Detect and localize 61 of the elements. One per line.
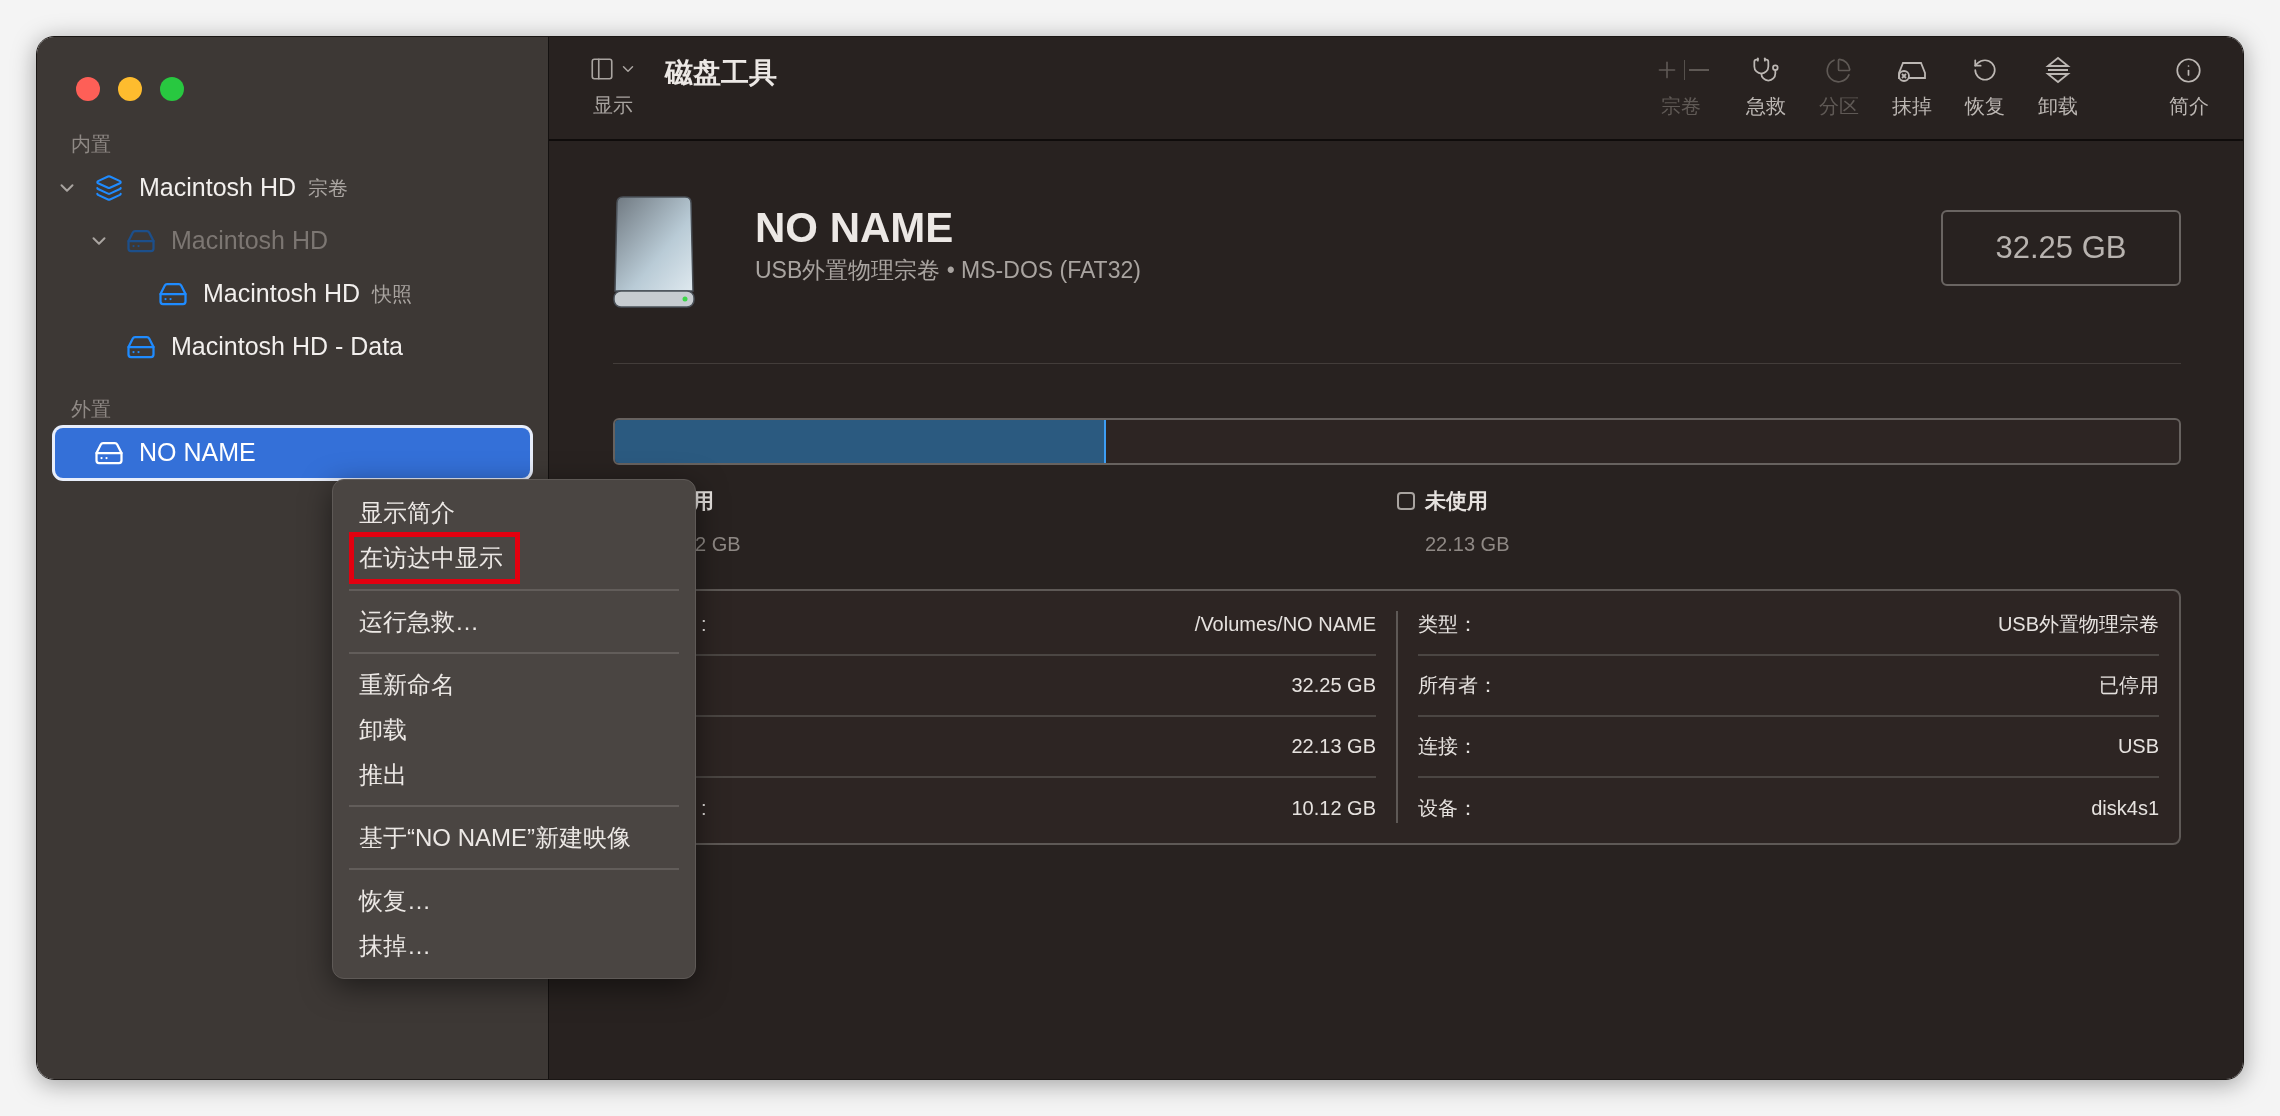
stethoscope-icon (1751, 56, 1780, 84)
volume-name: NO NAME (139, 437, 256, 469)
detail-label: 连接： (1418, 734, 1478, 759)
menu-item[interactable]: 恢复… (349, 878, 679, 923)
sidebar-item[interactable]: NO NAME (55, 428, 530, 478)
sidebar-icon (589, 56, 615, 82)
view-button[interactable]: 显示 (577, 56, 649, 120)
section-heading: 内置 (70, 132, 112, 157)
toolbar-button[interactable]: 恢复 (1948, 55, 2021, 121)
zoom-button[interactable] (160, 77, 184, 101)
menu-item[interactable]: 运行急救… (349, 599, 679, 644)
capacity-box: 32.25 GB (1941, 210, 2181, 286)
detail-label: : (701, 796, 707, 821)
detail-value: disk4s1 (2091, 796, 2159, 821)
legend-value: 2 GB (695, 531, 742, 557)
detail-value: USB (2117, 734, 2159, 759)
section-heading: 外置 (70, 397, 112, 422)
toolbar-button[interactable]: 简介 (2152, 55, 2225, 121)
volume-name: Macintosh HD (139, 172, 296, 204)
volume-tag: 宗卷 (308, 173, 348, 203)
volume-name: Macintosh HD (203, 278, 360, 310)
menu-item[interactable]: 显示简介 (349, 490, 679, 535)
menu-item[interactable]: 基于“NO NAME”新建映像 (349, 815, 679, 860)
restore-icon (1971, 57, 1998, 83)
legend-label: 用 (693, 488, 714, 514)
legend-value: 22.13 GB (1425, 531, 1511, 557)
sidebar-item[interactable]: Macintosh HD 宗卷 (49, 163, 536, 213)
detail-value: 已停用 (2099, 673, 2159, 698)
menu-item[interactable]: 推出 (349, 752, 679, 797)
detail-value: /Volumes/NO NAME (1194, 612, 1376, 637)
detail-label: 设备： (1418, 796, 1478, 821)
legend-label: 未使用 (1425, 488, 1488, 514)
toolbar-button[interactable]: 卸载 (2021, 55, 2094, 121)
detail-value: 22.13 GB (1291, 734, 1376, 759)
close-button[interactable] (76, 77, 100, 101)
unmount-icon (2044, 56, 2071, 84)
volume-tag: 快照 (372, 279, 412, 309)
volume-name: Macintosh HD - Data (171, 331, 404, 363)
detail-value: 10.12 GB (1291, 796, 1376, 821)
detail-label: 所有者： (1418, 673, 1498, 698)
info-icon (2175, 56, 2202, 84)
menu-item[interactable]: 重新命名 (349, 662, 679, 707)
pie-chart-icon (1825, 56, 1852, 84)
window-title: 磁盘工具 (665, 56, 777, 90)
menu-item[interactable]: 在访达中显示 (349, 532, 520, 584)
detail-value: USB外置物理宗卷 (1997, 612, 2159, 637)
sidebar-item[interactable]: Macintosh HD - Data (81, 322, 536, 372)
detail-label: : (701, 612, 707, 637)
external-drive-icon (613, 195, 695, 311)
detail-value: 32.25 GB (1291, 673, 1376, 698)
legend-swatch (1397, 491, 1415, 510)
volume-name: Macintosh HD (171, 225, 328, 257)
volume-title: NO NAME (755, 203, 955, 253)
detail-label: 类型： (1418, 612, 1478, 637)
layers-icon (95, 174, 123, 202)
toolbar-button[interactable]: 急救 (1729, 55, 1802, 121)
menu-item[interactable]: 抹掉… (349, 923, 679, 968)
menu-item[interactable]: 卸载 (349, 707, 679, 752)
minimize-button[interactable] (118, 77, 142, 101)
volume-subtitle: USB外置物理宗卷 • MS-DOS (FAT32) (755, 256, 1141, 285)
toolbar-button[interactable]: 抹掉 (1875, 55, 1948, 121)
